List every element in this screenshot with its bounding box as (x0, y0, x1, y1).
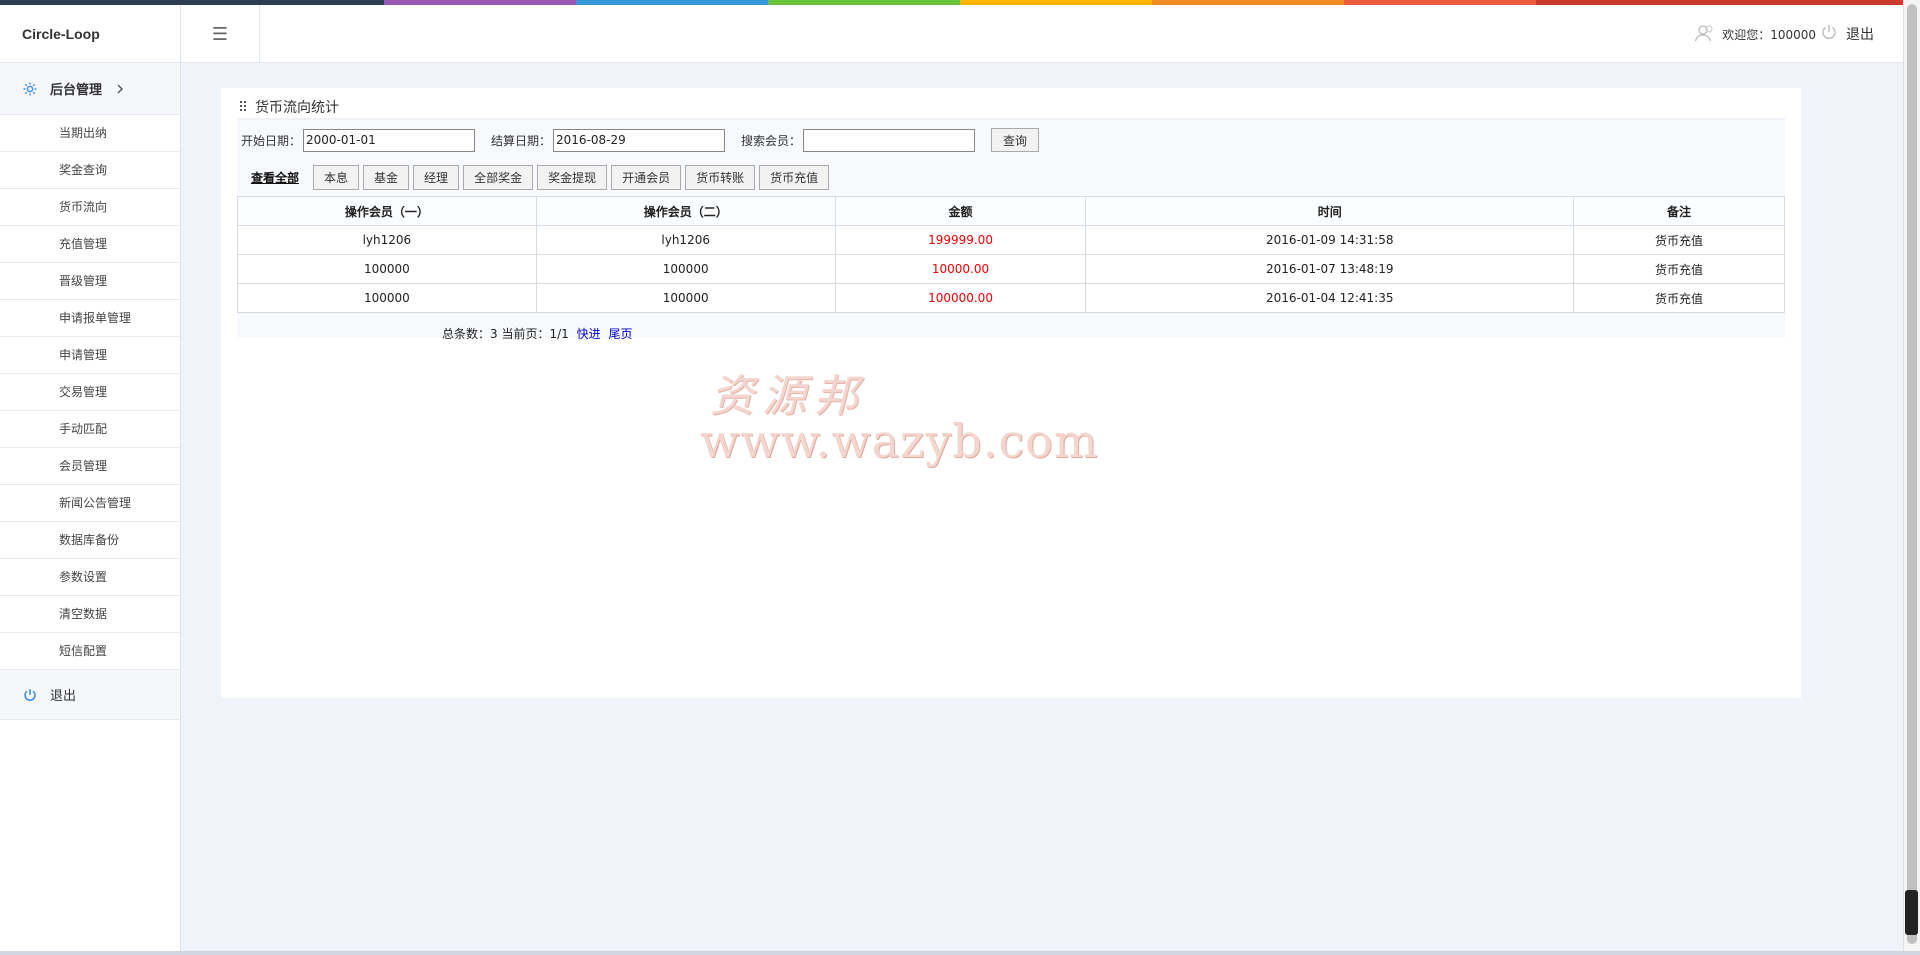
table-row: 100000 100000 10000.00 2016-01-07 13:48:19 货… (237, 254, 1785, 284)
table-cell: 10000.00 (834, 254, 1087, 284)
table-header-cell: 金额 (834, 196, 1087, 226)
sidebar-item[interactable]: 会员管理 (0, 448, 180, 485)
main-content: 货币流向统计 开始日期： 结算日期： 搜索会员： 查询 查看全部 本息基金经理全… (221, 88, 1801, 698)
table-body: lyh1206 lyh1206 199999.00 2016-01-09 14:31:… (237, 225, 1785, 313)
start-date-input[interactable] (303, 128, 476, 152)
sidebar-item[interactable]: 申请报单管理 (0, 300, 180, 337)
filter-all-link[interactable]: 查看全部 (251, 169, 299, 186)
sidebar-item[interactable]: 新闻公告管理 (0, 485, 180, 522)
currency-flow-table: 操作会员（一） 操作会员（二） 金额 时间 备注 lyh1206 lyh1206 19999… (237, 196, 1785, 313)
end-date-label: 结算日期： (491, 133, 552, 148)
table-cell: 货币充值 (1573, 283, 1785, 313)
welcome-text: 欢迎您：100000 (1722, 27, 1816, 42)
sidebar-item[interactable]: 货币流向 (0, 189, 180, 226)
pager-last-link[interactable]: 尾页 (608, 327, 632, 341)
chevron-right-icon (116, 84, 124, 94)
top-header: ☰ 欢迎您：100000 退出 (181, 5, 1920, 63)
query-button[interactable]: 查询 (991, 128, 1040, 152)
member-search-label: 搜索会员： (741, 133, 802, 148)
filter-button[interactable]: 奖金提现 (537, 164, 608, 190)
filter-button[interactable]: 货币充值 (759, 164, 830, 190)
currency-flow-panel: 货币流向统计 开始日期： 结算日期： 搜索会员： 查询 查看全部 本息基金经理全… (237, 98, 1785, 341)
filter-button[interactable]: 货币转账 (685, 164, 756, 190)
sidebar-group-label: 后台管理 (50, 83, 103, 98)
corner-widget (1905, 890, 1918, 935)
filter-button[interactable]: 全部奖金 (463, 164, 534, 190)
table-header-row: 操作会员（一） 操作会员（二） 金额 时间 备注 (237, 196, 1785, 226)
header-logout-label: 退出 (1846, 27, 1874, 43)
table-cell: lyh1206 (535, 225, 836, 255)
table-cell: 100000.00 (834, 283, 1087, 313)
sidebar-item[interactable]: 交易管理 (0, 374, 180, 411)
table-row: lyh1206 lyh1206 199999.00 2016-01-09 14:31:… (237, 225, 1785, 255)
bottom-edge (0, 951, 1920, 955)
user-welcome: 欢迎您：100000 (1694, 5, 1816, 63)
power-icon (22, 687, 38, 703)
panel-title: 货币流向统计 (237, 98, 1785, 120)
menu-toggle-button[interactable]: ☰ (181, 5, 260, 63)
sidebar-item[interactable]: 晋级管理 (0, 263, 180, 300)
start-date-label: 开始日期： (241, 133, 302, 148)
table-cell: 货币充值 (1573, 225, 1785, 255)
grip-icon (239, 97, 249, 119)
filter-button[interactable]: 基金 (363, 164, 410, 190)
sidebar-logout[interactable]: 退出 (0, 670, 180, 720)
table-cell: 货币充值 (1573, 254, 1785, 284)
filter-button[interactable]: 本息 (313, 164, 360, 190)
table-header-cell: 操作会员（一） (237, 196, 537, 226)
table-cell: 100000 (535, 254, 836, 284)
sidebar-item[interactable]: 手动匹配 (0, 411, 180, 448)
sidebar: Circle-Loop 后台管理 当期出纳 奖金查询 货币流向 充值管理 晋级管理 申请报… (0, 5, 181, 955)
pager-summary: 总条数：3 当前页：1/1 (442, 327, 569, 341)
table-header-cell: 备注 (1573, 196, 1785, 226)
sidebar-item[interactable]: 数据库备份 (0, 522, 180, 559)
pager-fast-link[interactable]: 快进 (577, 327, 601, 341)
search-form: 开始日期： 结算日期： 搜索会员： 查询 (237, 126, 1785, 154)
table-row: 100000 100000 100000.00 2016-01-04 12:41:35… (237, 283, 1785, 313)
table-cell: 2016-01-04 12:41:35 (1085, 283, 1575, 313)
sidebar-logout-label: 退出 (50, 689, 77, 704)
member-search-input[interactable] (803, 128, 976, 152)
header-logout-button[interactable]: 退出 (1820, 5, 1874, 63)
sidebar-item[interactable]: 申请管理 (0, 337, 180, 374)
table-cell: lyh1206 (237, 225, 537, 255)
filter-button[interactable]: 经理 (413, 164, 460, 190)
sidebar-item[interactable]: 参数设置 (0, 559, 180, 596)
power-icon (1820, 23, 1838, 45)
filter-button[interactable]: 开通会员 (611, 164, 682, 190)
gear-icon (22, 81, 38, 97)
sidebar-item[interactable]: 短信配置 (0, 633, 180, 670)
sidebar-item[interactable]: 充值管理 (0, 226, 180, 263)
table-header-cell: 操作会员（二） (535, 196, 836, 226)
table-cell: 2016-01-07 13:48:19 (1085, 254, 1575, 284)
page-scrollbar[interactable] (1903, 0, 1920, 955)
sidebar-item[interactable]: 当期出纳 (0, 115, 180, 152)
scrollbar-thumb[interactable] (1907, 4, 1917, 944)
table-header-cell: 时间 (1085, 196, 1575, 226)
sidebar-item[interactable]: 清空数据 (0, 596, 180, 633)
sidebar-menu: 当期出纳 奖金查询 货币流向 充值管理 晋级管理 申请报单管理 申请管理 交易管理 手动匹配 会员… (0, 115, 180, 670)
user-icon (1694, 24, 1716, 45)
table-cell: 100000 (237, 254, 537, 284)
sidebar-item[interactable]: 奖金查询 (0, 152, 180, 189)
filter-bar: 查看全部 本息 基金 经理 全部奖金 奖金提现 开通会员 货币转账 货币充值 (237, 164, 1785, 190)
sidebar-group-admin[interactable]: 后台管理 (0, 63, 180, 115)
table-cell: 199999.00 (834, 225, 1087, 255)
table-cell: 100000 (535, 283, 836, 313)
table-cell: 2016-01-09 14:31:58 (1085, 225, 1575, 255)
end-date-input[interactable] (553, 128, 726, 152)
pager: 总条数：3 当前页：1/1 快进 尾页 (442, 325, 632, 342)
panel-title-text: 货币流向统计 (255, 100, 339, 116)
table-cell: 100000 (237, 283, 537, 313)
brand-logo: Circle-Loop (0, 5, 180, 63)
